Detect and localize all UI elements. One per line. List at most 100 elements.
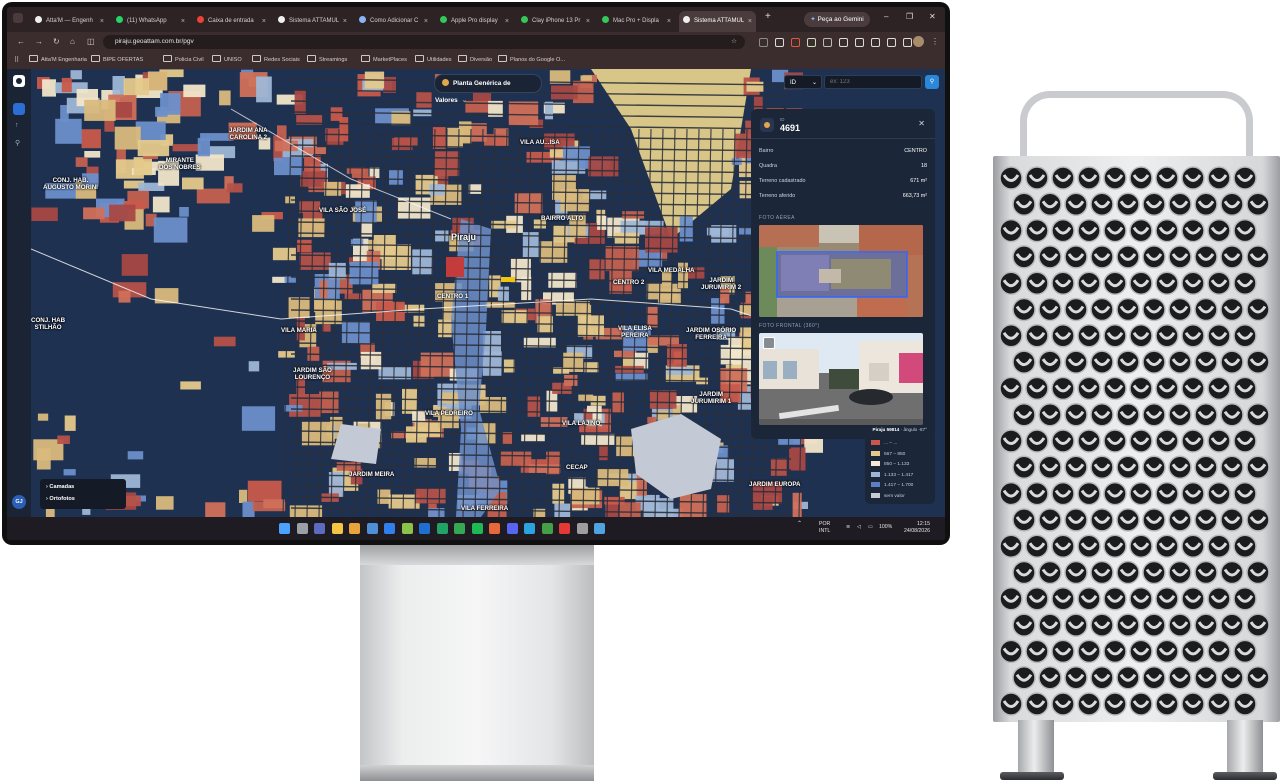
chrome-icon[interactable] — [454, 523, 465, 534]
split-view-icon[interactable]: ◫ — [87, 37, 95, 46]
menu-icon[interactable]: ⋮ — [931, 37, 939, 46]
extension-d-icon[interactable] — [807, 38, 816, 47]
url-field[interactable]: piraju.geoattam.com.br/pgv ☆ — [103, 35, 745, 49]
parcel — [147, 71, 168, 91]
app-a-icon[interactable] — [366, 523, 378, 534]
tab-close-icon[interactable]: × — [667, 11, 671, 32]
profile-avatar[interactable] — [913, 36, 924, 47]
panel-close-button[interactable]: ✕ — [918, 119, 925, 128]
layer-toggle-2[interactable]: › Ortofotos — [46, 496, 75, 502]
tab-5[interactable]: Como Adicionar C × — [355, 11, 432, 32]
user-avatar[interactable]: GJ — [12, 495, 26, 509]
grille-hole — [1103, 271, 1127, 295]
bookmarks-icon[interactable] — [887, 38, 896, 47]
minimize-button[interactable]: – — [884, 12, 888, 21]
grille-hole — [1077, 376, 1101, 401]
close-window-button[interactable]: ✕ — [929, 12, 936, 21]
forward-icon[interactable]: → — [35, 37, 43, 46]
bookmark-8[interactable]: Utilidades — [415, 54, 452, 67]
tab-close-icon[interactable]: × — [748, 11, 752, 32]
extension-b-icon[interactable] — [775, 38, 784, 47]
extension-a-icon[interactable] — [759, 38, 768, 47]
restore-button[interactable]: ❐ — [906, 12, 913, 21]
parcel — [227, 183, 243, 193]
map-title-pill[interactable]: Planta Genérica de Valores ⌄ — [434, 74, 542, 104]
grille-hole — [1077, 481, 1101, 506]
wifi-icon[interactable]: ≋ — [846, 524, 850, 531]
file-explorer-icon[interactable] — [331, 523, 343, 534]
battery-icon[interactable]: ▭ — [868, 524, 873, 531]
translate-icon[interactable] — [855, 38, 864, 47]
app-f-icon[interactable] — [594, 523, 605, 534]
settings-icon[interactable] — [296, 523, 308, 534]
tab-close-icon[interactable]: × — [586, 11, 590, 32]
tab-1[interactable]: Atta'M — Engenh × — [31, 11, 108, 32]
tab-3[interactable]: Caixa de entrada × — [193, 11, 270, 32]
excel-icon[interactable] — [436, 523, 448, 534]
upload-icon[interactable]: ↑ — [15, 122, 19, 129]
parcel — [480, 397, 507, 413]
bookmark-4[interactable]: UNISO — [212, 54, 242, 67]
home-icon[interactable]: ⌂ — [70, 37, 75, 46]
bookmark-3[interactable]: Policia Civil — [163, 54, 204, 67]
tab-2[interactable]: (11) WhatsApp × — [112, 11, 189, 32]
search-button[interactable]: ⚲ — [925, 75, 939, 89]
extensions-icon[interactable] — [839, 38, 848, 47]
tab-close-icon[interactable]: × — [100, 11, 104, 32]
search-app-icon[interactable] — [349, 523, 360, 534]
tab-close-icon[interactable]: × — [181, 11, 185, 32]
telegram-icon[interactable] — [524, 523, 535, 534]
gemini-button[interactable]: ✦ Peça ao Gemini — [804, 12, 870, 27]
tab-close-icon[interactable]: × — [424, 11, 428, 32]
sidepanel-icon[interactable] — [903, 38, 912, 47]
pgv-layer-icon[interactable] — [13, 103, 25, 115]
aerial-photo[interactable] — [759, 225, 923, 317]
widgets-icon[interactable] — [314, 523, 325, 534]
clock[interactable]: 12:15 24/08/2026 — [904, 521, 930, 535]
tab-6[interactable]: Apple Pro display × — [436, 11, 513, 32]
tab-4[interactable]: Sistema ATTAMUL × — [274, 11, 351, 32]
apps-grid-icon[interactable]: ⠿ — [14, 54, 19, 67]
app-e-icon[interactable] — [576, 523, 588, 534]
acrobat-icon[interactable] — [559, 523, 570, 534]
bookmark-10[interactable]: Planos do Google O... — [498, 54, 565, 67]
back-icon[interactable]: ← — [17, 37, 25, 46]
new-tab-button[interactable]: + — [765, 11, 771, 22]
tab-8[interactable]: Mac Pro + Displa × — [598, 11, 675, 32]
outlook-icon[interactable] — [419, 523, 430, 534]
app-c-icon[interactable] — [489, 523, 500, 534]
vscode-icon[interactable] — [384, 523, 395, 534]
spotify-icon[interactable] — [471, 523, 483, 534]
search-type-select[interactable]: ID ⌄ — [784, 75, 822, 89]
discord-icon[interactable] — [506, 523, 518, 534]
search-input[interactable] — [824, 75, 922, 89]
start-icon[interactable] — [279, 523, 290, 534]
bookmark-star-icon[interactable]: ☆ — [731, 35, 737, 49]
layer-toggle-1[interactable]: › Camadas — [46, 484, 74, 490]
bookmark-6[interactable]: Streamings — [307, 54, 347, 67]
grille-hole — [999, 429, 1023, 453]
tab-7[interactable]: Clay iPhone 13 Pr × — [517, 11, 594, 32]
bookmark-5[interactable]: Redes Sociais — [252, 54, 300, 67]
extension-e-icon[interactable] — [823, 38, 832, 47]
bookmark-7[interactable]: MarketPlaces — [361, 54, 407, 67]
tab-close-icon[interactable]: × — [505, 11, 509, 32]
pin-icon[interactable]: ⚲ — [15, 139, 20, 147]
app-d-icon[interactable] — [541, 523, 553, 534]
tab-9[interactable]: Sistema ATTAMUL × — [679, 11, 756, 32]
bookmark-1[interactable]: Atta'M Engenharia — [29, 54, 87, 67]
fullscreen-icon[interactable] — [763, 337, 775, 349]
tab-search-button[interactable] — [13, 13, 23, 23]
app-b-icon[interactable] — [401, 523, 413, 534]
bookmark-2[interactable]: BIPE OFERTAS — [91, 54, 143, 67]
tab-close-icon[interactable]: × — [262, 11, 266, 32]
tray-chevron-icon[interactable]: ⌃ — [797, 521, 802, 528]
bookmark-9[interactable]: Diversão — [458, 54, 492, 67]
downloads-icon[interactable] — [871, 38, 880, 47]
tab-close-icon[interactable]: × — [343, 11, 347, 32]
frontal-photo[interactable] — [759, 333, 923, 425]
volume-icon[interactable]: ◁ — [857, 524, 861, 531]
reload-icon[interactable]: ↻ — [53, 37, 60, 46]
extension-c-icon[interactable] — [791, 38, 800, 47]
language-indicator[interactable]: POR INTL — [819, 521, 830, 535]
